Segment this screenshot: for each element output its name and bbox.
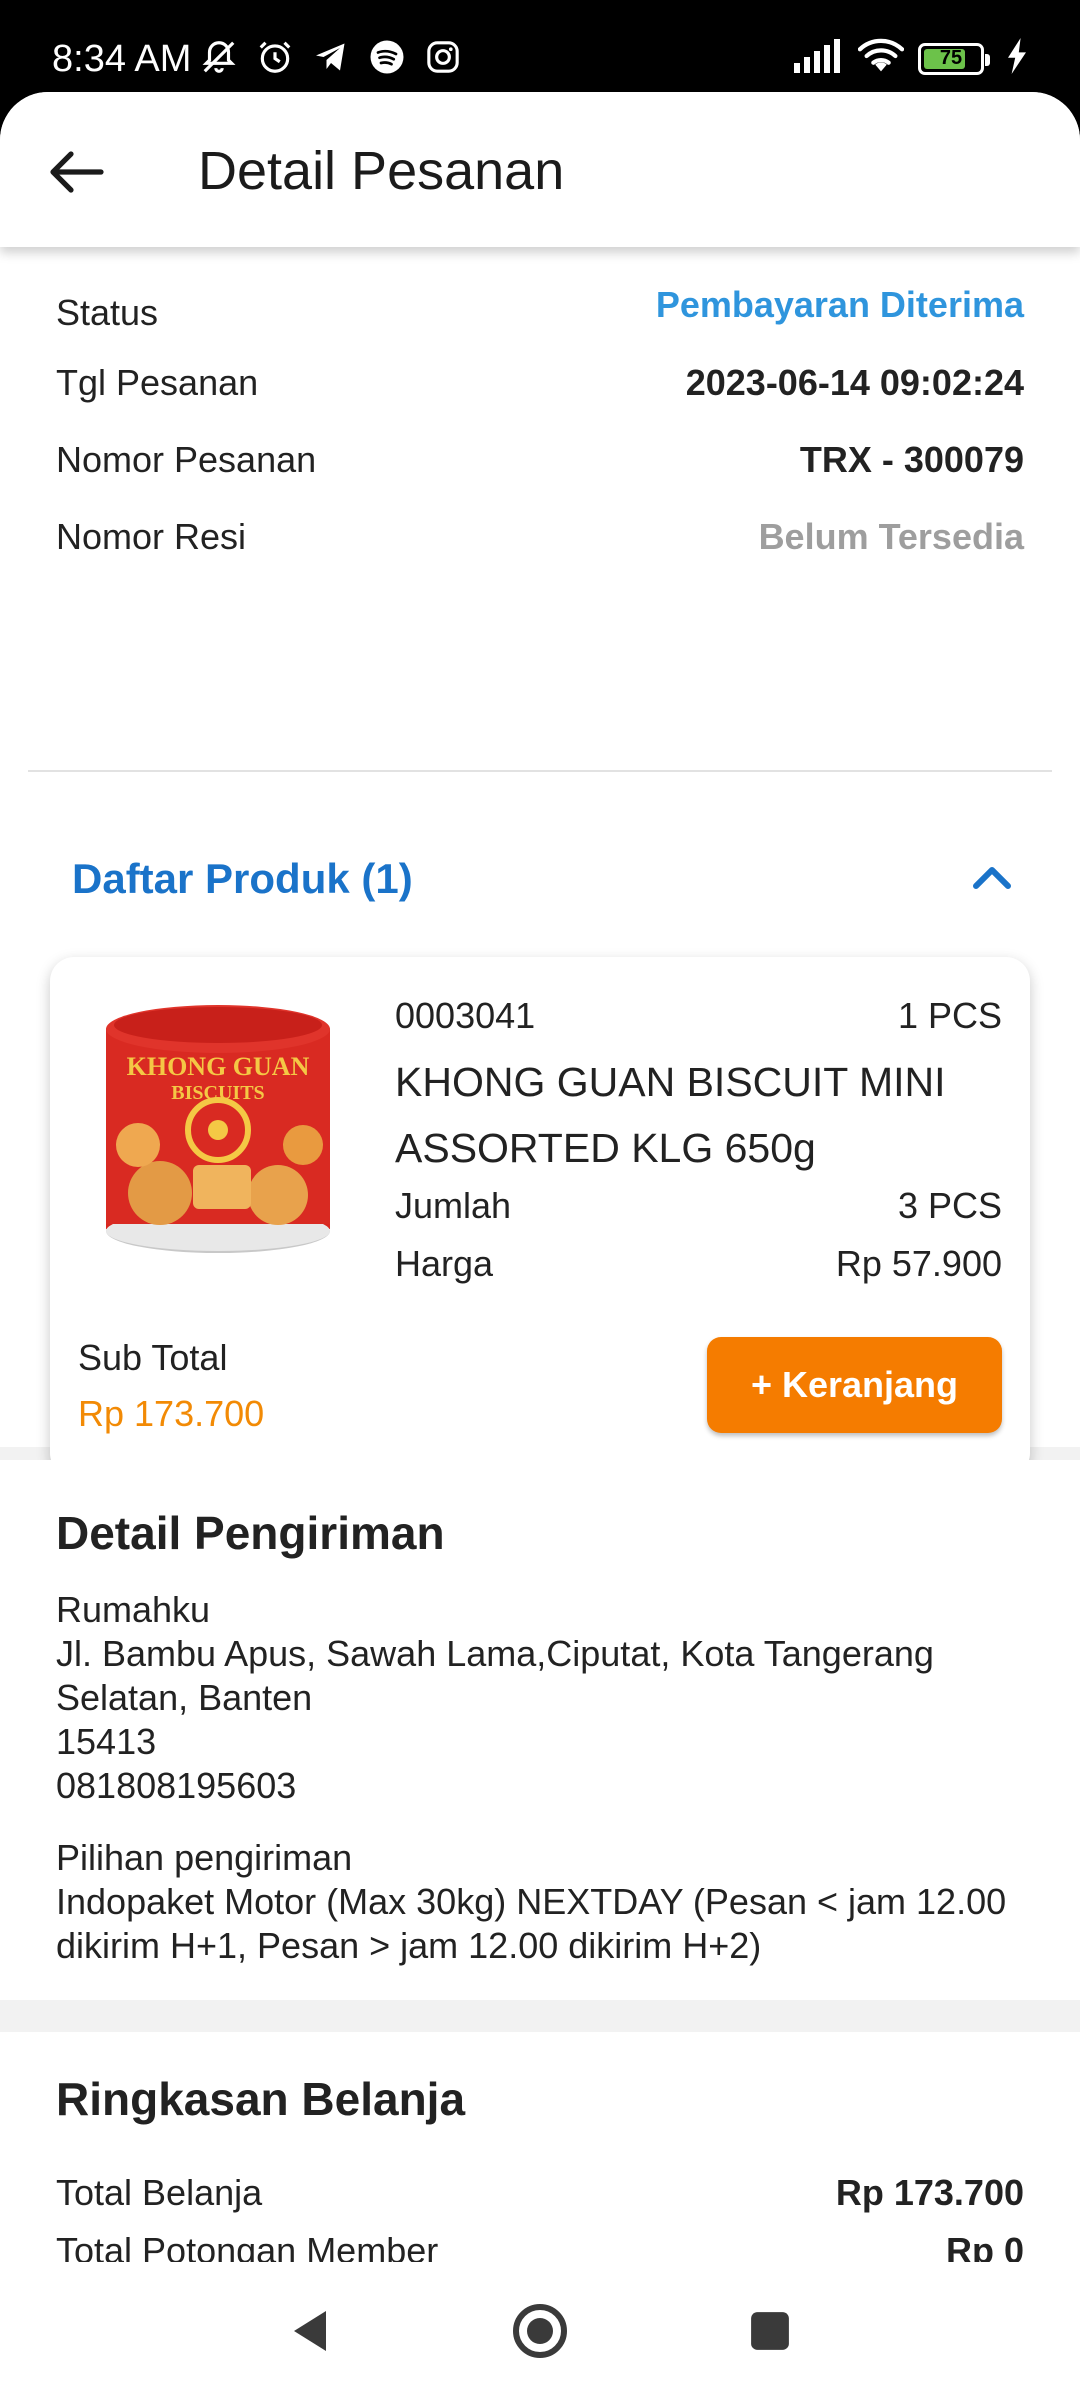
divider [28,770,1052,772]
receipt-number-row: Nomor Resi Belum Tersedia [56,507,1024,567]
address-line: Jl. Bambu Apus, Sawah Lama,Ciputat, Kota… [56,1633,934,1718]
status-row: Status Pembayaran Diterima [56,279,1024,339]
system-nav-bar [0,2262,1080,2400]
status-label: Status [56,292,159,333]
total-label: Total Belanja [56,2172,263,2213]
quantity-row: Jumlah 3 PCS [395,1185,1002,1227]
order-date-row: Tgl Pesanan 2023-06-14 09:02:24 [56,353,1024,413]
notifications-muted-icon [200,38,238,76]
battery-icon: 75 [918,42,990,75]
product-image: KHONG GUAN BISCUITS [98,995,338,1255]
nav-home-button[interactable] [500,2291,580,2371]
price-row: Harga Rp 57.900 [395,1243,1002,1285]
order-number-label: Nomor Pesanan [56,439,317,480]
telegram-icon [312,38,350,76]
order-info-section: Status Pembayaran Diterima Tgl Pesanan 2… [0,247,1080,637]
shipping-option-value: Indopaket Motor (Max 30kg) NEXTDAY (Pesa… [56,1881,1007,1966]
nav-back-icon [294,2311,326,2351]
product-code: 0003041 [395,995,536,1036]
order-date-value: 2023-06-14 09:02:24 [685,362,1024,403]
total-row: Total Belanja Rp 173.700 [56,2172,1024,2214]
product-image-brand: KHONG GUAN [127,1052,310,1081]
system-icons: 75 [792,38,1028,79]
order-number-row: Nomor Pesanan TRX - 300079 [56,430,1024,490]
subtotal-label: Sub Total [78,1337,228,1378]
battery-level: 75 [939,47,963,69]
page-title: Detail Pesanan [198,141,565,201]
receipt-number-label: Nomor Resi [56,516,247,557]
app-bar: Detail Pesanan [0,92,1080,247]
nav-recents-icon [751,2312,789,2350]
postal-code: 15413 [56,1721,157,1762]
product-list-section: Daftar Produk (1) KHONG GUAN BISCUITS 00… [0,637,1080,1509]
order-number-value: TRX - 300079 [799,439,1024,480]
wifi-icon [857,38,905,79]
nav-recents-button[interactable] [730,2291,810,2371]
product-unit: 1 PCS [897,995,1002,1036]
shipping-section: Detail Pengiriman Rumahku Jl. Bambu Apus… [0,1460,1080,2000]
summary-title: Ringkasan Belanja [56,2073,466,2125]
spotify-icon [368,38,406,76]
price-label: Harga [395,1243,494,1284]
subtotal-value: Rp 173.700 [78,1393,265,1434]
shipping-option-label: Pilihan pengiriman [56,1837,353,1878]
notification-icons [200,38,462,76]
nav-back-button[interactable] [270,2291,350,2371]
status-time: 8:34 AM [52,38,192,80]
phone-number: 081808195603 [56,1765,297,1806]
status-value: Pembayaran Diterima [655,284,1024,325]
alarm-icon [256,38,294,76]
signal-icon [792,39,844,78]
charging-icon [1006,38,1028,79]
product-list-heading[interactable]: Daftar Produk (1) [72,855,413,903]
receipt-number-value: Belum Tersedia [758,516,1024,557]
instagram-icon [424,38,462,76]
product-name: KHONG GUAN BISCUIT MINI ASSORTED KLG 650… [395,1059,946,1171]
collapse-button[interactable] [952,837,1032,917]
product-card: KHONG GUAN BISCUITS 0003041 1 PCS KHONG … [50,957,1030,1477]
quantity-label: Jumlah [395,1185,512,1226]
nav-home-icon [513,2304,567,2358]
quantity-value: 3 PCS [897,1185,1002,1226]
shipping-title: Detail Pengiriman [56,1507,445,1559]
product-image-subbrand: BISCUITS [171,1082,264,1104]
chevron-up-icon [973,867,1011,889]
arrow-left-icon [50,151,104,193]
order-date-label: Tgl Pesanan [56,362,259,403]
price-value: Rp 57.900 [835,1243,1002,1284]
back-button[interactable] [36,132,116,212]
app-screen: Detail Pesanan Status Pembayaran Diterim… [0,92,1080,2400]
address-name: Rumahku [56,1589,211,1630]
total-value: Rp 173.700 [835,2172,1024,2213]
add-to-cart-button[interactable]: + Keranjang [707,1337,1002,1433]
